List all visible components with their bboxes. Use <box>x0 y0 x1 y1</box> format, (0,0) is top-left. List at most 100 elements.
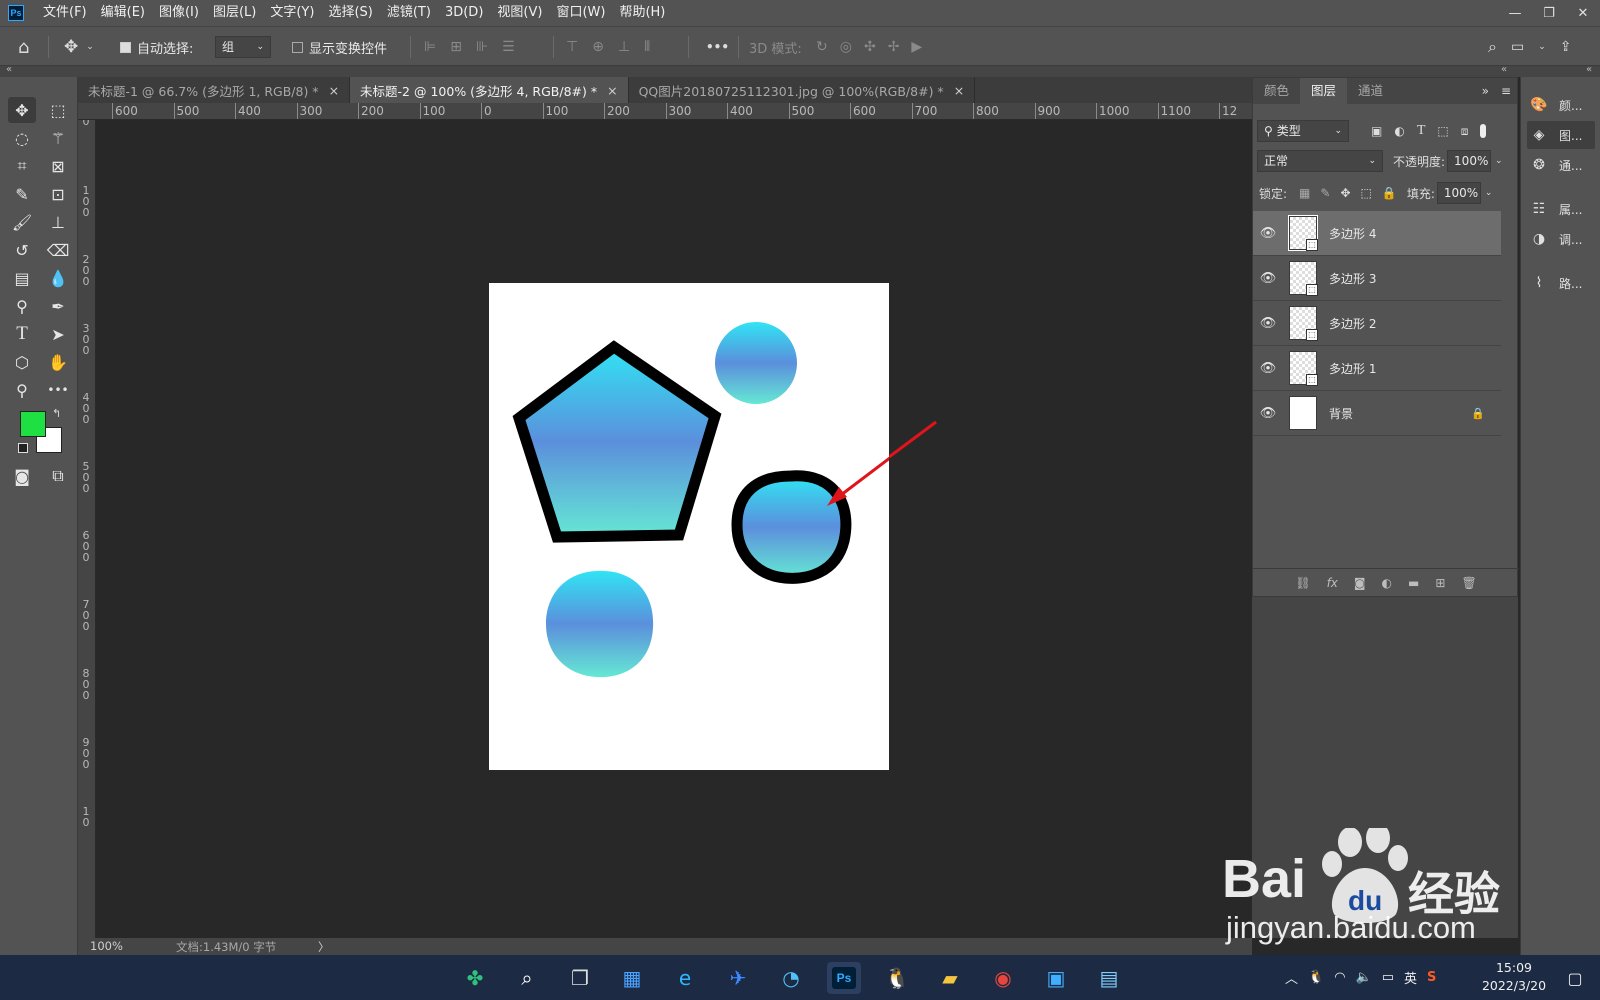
show-transform-checkbox[interactable] <box>292 41 303 53</box>
menu-window[interactable]: 窗口(W) <box>549 0 612 26</box>
distribute-v-icon[interactable]: ⦀ <box>644 39 650 55</box>
stamp-tool-icon[interactable]: ⊥ <box>44 209 72 235</box>
collapse-left-icon[interactable]: « <box>6 64 12 75</box>
link-layers-icon[interactable]: ⛓ <box>1295 576 1310 590</box>
photoshop-taskbar-icon[interactable]: Ps <box>827 962 861 994</box>
filter-type-icon[interactable]: T <box>1417 123 1426 139</box>
eraser-tool-icon[interactable]: ⌫ <box>44 237 72 263</box>
collapse-dock-icon[interactable]: « <box>1586 64 1592 75</box>
lock-position-icon[interactable]: ✥ <box>1340 186 1350 200</box>
notepad-icon[interactable]: ▤ <box>1092 962 1126 994</box>
opacity-input[interactable]: 100% <box>1447 150 1492 172</box>
task-view-icon[interactable]: ❐ <box>563 962 597 994</box>
status-arrow-icon[interactable]: 〉 <box>318 939 330 955</box>
chevron-up-icon[interactable]: ︿ <box>1285 968 1298 987</box>
dock-properties[interactable]: ☷ 属... <box>1527 195 1595 223</box>
menu-filter[interactable]: 滤镜(T) <box>380 0 438 26</box>
3d-camera-icon[interactable]: ▶ <box>911 39 922 55</box>
lock-image-icon[interactable]: ✎ <box>1320 186 1330 200</box>
horizontal-ruler[interactable]: 600 500 400 300 200 100 0 100 200 300 400 500 600 700… <box>78 103 1252 120</box>
ime-indicator[interactable]: 英 <box>1404 968 1417 987</box>
quick-mask-icon[interactable]: ◙ <box>8 463 36 489</box>
align-bottom-icon[interactable]: ⊥ <box>618 39 630 55</box>
align-middle-icon[interactable]: ⊕ <box>592 39 604 55</box>
eye-icon[interactable]: 👁 <box>1253 316 1283 331</box>
spot-healing-tool-icon[interactable]: ⊡ <box>44 181 72 207</box>
3d-slide-icon[interactable]: ✢ <box>888 39 900 55</box>
tab-layers[interactable]: 图层 <box>1300 78 1348 104</box>
volume-icon[interactable]: 🔈 <box>1356 970 1372 985</box>
marquee-tool-icon[interactable]: ⬚ <box>44 97 72 123</box>
tab-color[interactable]: 颜色 <box>1253 78 1300 104</box>
shape-tool-icon[interactable]: ⬡ <box>8 349 36 375</box>
default-colors-icon[interactable] <box>18 443 28 453</box>
gradient-tool-icon[interactable]: ▤ <box>8 265 36 291</box>
menu-view[interactable]: 视图(V) <box>490 0 549 26</box>
tab-untitled-1[interactable]: 未标题-1 @ 66.7% (多边形 1, RGB/8) * × <box>78 77 351 103</box>
lock-transparent-icon[interactable]: ▦ <box>1299 186 1310 200</box>
menu-type[interactable]: 文字(Y) <box>263 0 321 26</box>
align-center-h-icon[interactable]: ⊞ <box>450 39 462 55</box>
search-icon[interactable]: ⌕ <box>1488 37 1497 57</box>
menu-edit[interactable]: 编辑(E) <box>94 0 152 26</box>
frame-tool-icon[interactable]: ⊠ <box>44 153 72 179</box>
home-icon[interactable]: ⌂ <box>18 37 29 58</box>
eye-icon[interactable]: 👁 <box>1253 361 1283 376</box>
notification-icon[interactable]: ▢ <box>1558 962 1592 994</box>
polygon-shape-pentagon[interactable] <box>512 340 722 543</box>
widgets-board-icon[interactable]: ▦ <box>615 962 649 994</box>
lock-artboard-icon[interactable]: ⬚ <box>1361 186 1372 200</box>
3d-roll-icon[interactable]: ◎ <box>840 39 852 55</box>
swap-colors-icon[interactable]: ↰ <box>52 407 61 420</box>
hand-tool-icon[interactable]: ✋ <box>44 349 72 375</box>
workspace-icon[interactable]: ▭ <box>1511 39 1524 55</box>
menu-image[interactable]: 图像(I) <box>152 0 206 26</box>
wifi-icon[interactable]: ◠ <box>1334 970 1345 985</box>
align-left-icon[interactable]: ⊫ <box>424 39 436 55</box>
delete-layer-icon[interactable]: 🗑 <box>1461 576 1476 590</box>
vertical-ruler[interactable]: 0 1 0 0 2 0 0 3 0 0 4 0 0 5 0 0 6 0 0 7 0 0 8 0 … <box>78 120 96 938</box>
chevron-down-icon[interactable]: ⌄ <box>1538 42 1546 52</box>
eye-icon[interactable]: 👁 <box>1253 226 1283 241</box>
close-icon[interactable]: × <box>329 83 339 98</box>
distribute-icon[interactable]: ☰ <box>502 39 515 55</box>
adjustment-layer-icon[interactable]: ◐ <box>1382 576 1392 590</box>
magic-wand-tool-icon[interactable]: ⚚ <box>44 125 72 151</box>
dock-color[interactable]: 🎨 颜... <box>1527 91 1595 119</box>
chevron-down-icon[interactable]: ⌄ <box>86 42 94 52</box>
layer-row-polygon-2[interactable]: 👁 ⬚ 多边形 2 <box>1253 301 1501 346</box>
feishu-icon[interactable]: ✈ <box>721 962 755 994</box>
polygon-shape-bottom-circle[interactable] <box>546 570 654 678</box>
auto-select-checkbox[interactable] <box>120 41 131 53</box>
filter-shape-icon[interactable]: ⬚ <box>1437 124 1448 138</box>
minimize-button[interactable]: — <box>1498 0 1532 26</box>
lasso-tool-icon[interactable]: ◌ <box>8 125 36 151</box>
filter-smart-object-icon[interactable]: ⧈ <box>1461 124 1469 139</box>
zoom-level[interactable]: 100% <box>90 939 123 953</box>
dock-channels[interactable]: ❂ 通... <box>1527 151 1595 179</box>
dock-layers[interactable]: ◈ 图... <box>1527 121 1595 149</box>
type-tool-icon[interactable]: T <box>8 321 36 347</box>
new-layer-icon[interactable]: ⊞ <box>1435 576 1445 590</box>
expand-icon[interactable]: » <box>1482 78 1489 104</box>
layer-row-polygon-3[interactable]: 👁 ⬚ 多边形 3 <box>1253 256 1501 301</box>
3d-pan-icon[interactable]: ✣ <box>864 39 876 55</box>
pen-tool-icon[interactable]: ✒ <box>44 293 72 319</box>
layer-row-background[interactable]: 👁 背景 🔒 <box>1253 391 1501 436</box>
menu-file[interactable]: 文件(F) <box>36 0 94 26</box>
zoom-tool-icon[interactable]: ⚲ <box>8 377 36 403</box>
browser-icon[interactable]: ◔ <box>774 962 808 994</box>
blend-mode-dropdown[interactable]: 正常 ⌄ <box>1257 150 1383 172</box>
widgets-icon[interactable]: ✤ <box>458 962 492 994</box>
lock-all-icon[interactable]: 🔒 <box>1382 186 1397 200</box>
edit-toolbar-icon[interactable]: ••• <box>44 377 72 403</box>
menu-select[interactable]: 选择(S) <box>321 0 379 26</box>
more-options-icon[interactable]: ••• <box>706 40 729 54</box>
search-icon[interactable]: ⌕ <box>510 962 544 994</box>
align-top-icon[interactable]: ⊤ <box>566 39 578 55</box>
screen-mode-icon[interactable]: ⧉ <box>44 463 72 489</box>
crop-tool-icon[interactable]: ⌗ <box>8 153 36 179</box>
tab-channels[interactable]: 通道 <box>1347 78 1394 104</box>
tab-untitled-2[interactable]: 未标题-2 @ 100% (多边形 4, RGB/8#) * × <box>350 77 629 103</box>
filter-pixel-icon[interactable]: ▣ <box>1371 124 1382 138</box>
